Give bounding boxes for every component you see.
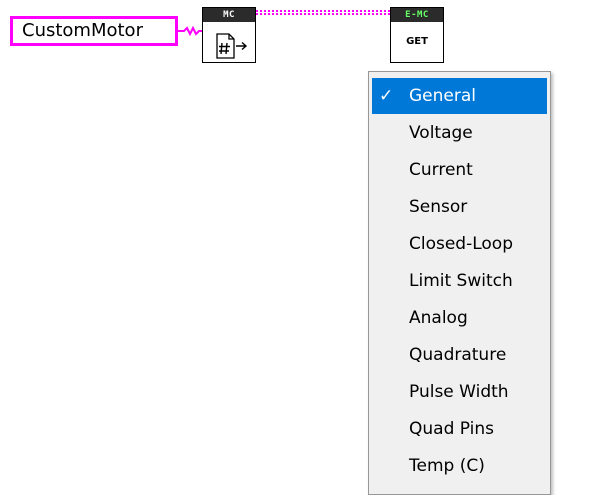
menu-item-limit-switch[interactable]: Limit Switch xyxy=(372,263,547,299)
menu-item-sensor[interactable]: Sensor xyxy=(372,189,547,225)
checkmark-icon: ✓ xyxy=(379,86,394,106)
number-to-string-icon xyxy=(216,33,248,59)
menu-item-analog[interactable]: Analog xyxy=(372,300,547,336)
menu-item-current[interactable]: Current xyxy=(372,152,547,188)
menu-item-temp[interactable]: Temp (C) xyxy=(372,448,547,484)
mc-function-node[interactable]: MC xyxy=(202,7,256,63)
custom-motor-string-constant[interactable]: CustomMotor xyxy=(10,16,178,46)
constant-value: CustomMotor xyxy=(22,20,143,41)
menu-item-voltage[interactable]: Voltage xyxy=(372,115,547,151)
menu-item-closed-loop[interactable]: Closed-Loop xyxy=(372,226,547,262)
emc-get-label: GET xyxy=(406,36,428,47)
menu-item-pulse-width[interactable]: Pulse Width xyxy=(372,374,547,410)
emc-get-node[interactable]: E-MC GET xyxy=(390,7,444,63)
menu-item-general[interactable]: ✓ General xyxy=(372,78,547,114)
mc-node-banner: MC xyxy=(203,8,255,22)
emc-node-banner: E-MC xyxy=(391,8,443,22)
menu-item-quad-pins[interactable]: Quad Pins xyxy=(372,411,547,447)
property-dropdown-menu[interactable]: ✓ General Voltage Current Sensor Closed-… xyxy=(368,71,551,495)
menu-item-quadrature[interactable]: Quadrature xyxy=(372,337,547,373)
wire-constant-to-mc[interactable] xyxy=(178,25,202,37)
